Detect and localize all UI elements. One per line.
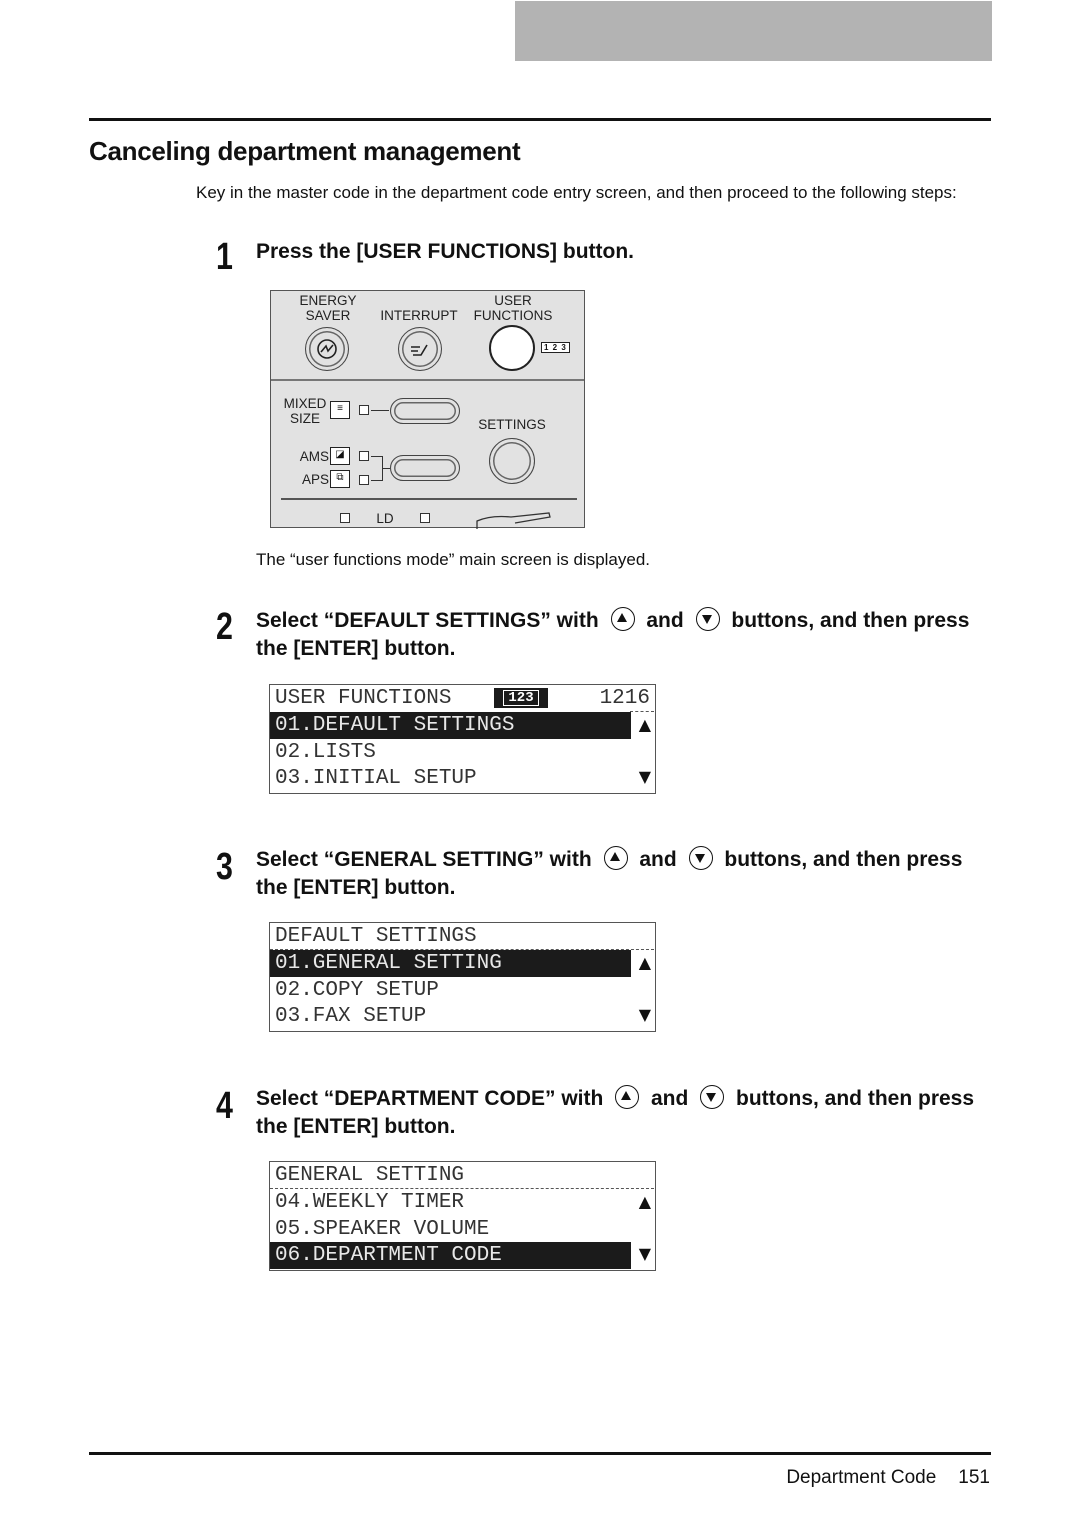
connector-line xyxy=(371,410,389,412)
settings-button[interactable] xyxy=(489,438,535,484)
lcd-title: USER FUNCTIONS xyxy=(275,687,452,710)
step-4-and: and xyxy=(651,1087,689,1110)
ld-indicator-left xyxy=(340,513,350,523)
step-number-4: 4 xyxy=(216,1085,233,1127)
energy-saver-button[interactable] xyxy=(305,327,349,371)
lcd-row-selected[interactable]: 06.DEPARTMENT CODE xyxy=(270,1242,631,1269)
scroll-down-arrow-icon: ▼ xyxy=(638,767,651,786)
lcd-row[interactable]: 03.FAX SETUP xyxy=(270,1003,631,1030)
mixed-size-label: MIXED SIZE xyxy=(279,396,331,426)
up-button-icon xyxy=(615,1085,640,1109)
step-1-text: Press the [USER FUNCTIONS] button. xyxy=(256,240,635,263)
step-number-3: 3 xyxy=(216,846,233,888)
step-4-text: Select “DEPARTMENT CODE” with and button… xyxy=(256,1085,986,1141)
page-footer: Department Code 151 xyxy=(786,1467,990,1489)
settings-label: SETTINGS xyxy=(478,417,546,432)
step-2-and: and xyxy=(646,609,684,632)
step-2-text-before: Select “DEFAULT SETTINGS” with xyxy=(256,609,599,632)
panel-divider-2 xyxy=(281,498,577,500)
step-3-text: Select “GENERAL SETTING” with and button… xyxy=(256,846,986,902)
mixed-size-label-line2: SIZE xyxy=(289,411,320,426)
aps-indicator xyxy=(359,475,369,485)
scroll-down-arrow-icon: ▼ xyxy=(638,1244,651,1263)
scroll-up-arrow-icon: ▲ xyxy=(638,953,651,972)
energy-saver-label-line2: SAVER xyxy=(305,308,351,323)
indicator-123: 1 2 3 xyxy=(541,342,570,353)
mixed-size-icon: ≡ xyxy=(330,401,350,419)
intro-text: Key in the master code in the department… xyxy=(196,183,957,202)
user-functions-label-line1: USER xyxy=(494,293,532,308)
aps-icon: ⧉ xyxy=(330,470,350,488)
step-3-text-before: Select “GENERAL SETTING” with xyxy=(256,848,592,871)
interrupt-button[interactable] xyxy=(398,327,442,371)
lcd-title: DEFAULT SETTINGS xyxy=(275,925,477,948)
user-functions-label: USER FUNCTIONS xyxy=(469,293,557,323)
lcd-badge-text: 123 xyxy=(503,690,539,706)
mixed-size-label-line1: MIXED xyxy=(283,396,327,411)
ams-label: AMS xyxy=(299,449,329,464)
scroll-up-arrow-icon: ▲ xyxy=(638,1192,651,1211)
lever-icon xyxy=(476,512,551,529)
scroll-down-arrow-icon: ▼ xyxy=(638,1005,651,1024)
mixed-size-button[interactable] xyxy=(390,398,460,424)
ld-indicator-right xyxy=(420,513,430,523)
scroll-up-arrow-icon: ▲ xyxy=(638,715,651,734)
up-button-icon xyxy=(603,846,628,870)
control-panel-illustration: ENERGY SAVER INTERRUPT USER FUNCTIONS 1 … xyxy=(270,290,585,529)
ams-indicator xyxy=(359,451,369,461)
up-button-icon xyxy=(610,607,635,631)
step-1-caption: The “user functions mode” main screen is… xyxy=(256,550,651,569)
interrupt-icon xyxy=(410,344,428,356)
down-button-icon xyxy=(688,846,713,870)
lcd-row-selected[interactable]: 01.GENERAL SETTING xyxy=(270,950,631,977)
lcd-row-selected[interactable]: 01.DEFAULT SETTINGS xyxy=(270,712,631,739)
lcd-row[interactable]: 04.WEEKLY TIMER xyxy=(270,1189,631,1216)
lcd-count: 1216 xyxy=(599,687,650,710)
page-number: 151 xyxy=(958,1467,990,1488)
header-tab-band xyxy=(515,1,992,61)
user-functions-label-line2: FUNCTIONS xyxy=(473,308,553,323)
lcd-badge-123: 123 xyxy=(494,688,548,708)
lcd-row[interactable]: 02.LISTS xyxy=(270,739,631,766)
step-number-1: 1 xyxy=(216,236,233,278)
lcd-row[interactable]: 05.SPEAKER VOLUME xyxy=(270,1216,631,1243)
down-button-icon xyxy=(695,607,720,631)
step-3-and: and xyxy=(639,848,677,871)
step-4-text-before: Select “DEPARTMENT CODE” with xyxy=(256,1087,604,1110)
down-button-icon xyxy=(700,1085,725,1109)
interrupt-label: INTERRUPT xyxy=(380,308,458,323)
mixed-size-indicator xyxy=(359,405,369,415)
lcd-row[interactable]: 03.INITIAL SETUP xyxy=(270,765,631,792)
ld-label: LD xyxy=(376,511,394,526)
lcd-screen-general-setting: GENERAL SETTING 04.WEEKLY TIMER 05.SPEAK… xyxy=(269,1161,656,1271)
top-rule xyxy=(89,118,991,121)
section-title: Canceling department management xyxy=(89,136,521,166)
bottom-rule xyxy=(89,1452,991,1455)
lcd-title: GENERAL SETTING xyxy=(275,1164,465,1187)
energy-saver-label-line1: ENERGY xyxy=(299,293,357,308)
footer-section: Department Code xyxy=(786,1467,937,1488)
panel-divider xyxy=(271,379,584,381)
lcd-row[interactable]: 02.COPY SETUP xyxy=(270,977,631,1004)
lcd-dash xyxy=(630,711,654,712)
lcd-screen-default-settings: DEFAULT SETTINGS 01.GENERAL SETTING 02.C… xyxy=(269,922,656,1032)
aps-label: APS xyxy=(301,472,329,487)
user-functions-button[interactable] xyxy=(489,325,535,371)
step-2-text: Select “DEFAULT SETTINGS” with and butto… xyxy=(256,607,986,663)
step-number-2: 2 xyxy=(216,606,233,648)
bracket-mid xyxy=(382,468,390,470)
lcd-screen-user-functions: USER FUNCTIONS 123 1216 01.DEFAULT SETTI… xyxy=(269,684,656,794)
energy-saver-label: ENERGY SAVER xyxy=(289,293,367,323)
ams-icon: ◪ xyxy=(330,447,350,465)
ams-aps-button[interactable] xyxy=(390,455,460,481)
energy-saver-icon xyxy=(316,338,337,359)
